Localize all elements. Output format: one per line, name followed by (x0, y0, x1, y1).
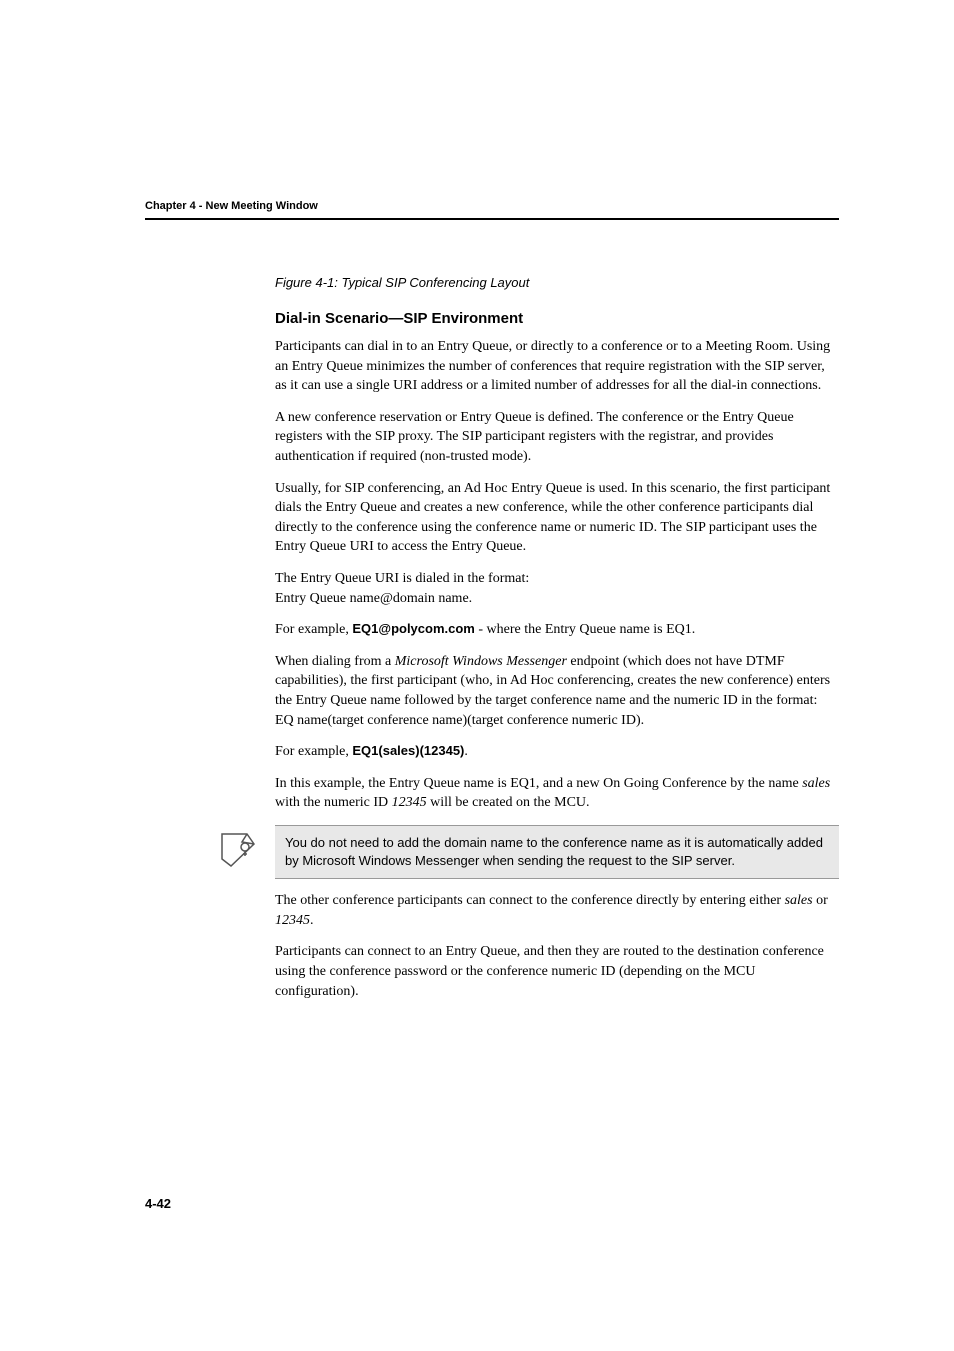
para9-i2: 12345 (275, 913, 310, 928)
para9-t2: or (813, 893, 828, 908)
note-icon (217, 829, 259, 871)
para8-i1: sales (802, 776, 830, 791)
paragraph-2: A new conference reservation or Entry Qu… (275, 408, 839, 467)
chapter-line: Chapter 4 - New Meeting Window (145, 200, 318, 212)
para8-t1: In this example, the Entry Queue name is… (275, 776, 802, 791)
section-heading: Dial-in Scenario—SIP Environment (275, 310, 839, 327)
paragraph-9: The other conference participants can co… (275, 891, 839, 930)
page-header: Chapter 4 - New Meeting Window (145, 200, 839, 220)
para5-prefix: For example, (275, 622, 352, 637)
paragraph-1: Participants can dial in to an Entry Que… (275, 337, 839, 396)
para5-suffix: - where the Entry Queue name is EQ1. (475, 622, 695, 637)
main-content: Figure 4-1: Typical SIP Conferencing Lay… (275, 275, 839, 1013)
note-box: You do not need to add the domain name t… (275, 825, 839, 879)
para8-t3: will be created on the MCU. (427, 795, 590, 810)
para6-line2: EQ name(target conference name)(target c… (275, 713, 644, 728)
paragraph-4: The Entry Queue URI is dialed in the for… (275, 569, 839, 608)
paragraph-10: Participants can connect to an Entry Que… (275, 942, 839, 1001)
para5-bold: EQ1@polycom.com (352, 621, 474, 636)
para9-i1: sales (785, 893, 813, 908)
para4-line2: Entry Queue name@domain name. (275, 591, 472, 606)
para6-i1: Microsoft Windows Messenger (395, 654, 567, 669)
para7-bold: EQ1(sales)(12345) (352, 743, 464, 758)
para7-prefix: For example, (275, 744, 352, 759)
figure-caption: Figure 4-1: Typical SIP Conferencing Lay… (275, 275, 839, 290)
page-number: 4-42 (145, 1196, 171, 1211)
paragraph-3: Usually, for SIP conferencing, an Ad Hoc… (275, 479, 839, 557)
para9-t3: . (310, 913, 314, 928)
para8-i2: 12345 (392, 795, 427, 810)
paragraph-5: For example, EQ1@polycom.com - where the… (275, 620, 839, 640)
paragraph-8: In this example, the Entry Queue name is… (275, 774, 839, 813)
para7-suffix: . (464, 744, 468, 759)
para4-line1: The Entry Queue URI is dialed in the for… (275, 571, 529, 586)
para9-t1: The other conference participants can co… (275, 893, 785, 908)
note-container: You do not need to add the domain name t… (217, 825, 839, 879)
paragraph-6: When dialing from a Microsoft Windows Me… (275, 652, 839, 730)
para6-t1: When dialing from a (275, 654, 395, 669)
paragraph-7: For example, EQ1(sales)(12345). (275, 742, 839, 762)
para8-t2: with the numeric ID (275, 795, 392, 810)
